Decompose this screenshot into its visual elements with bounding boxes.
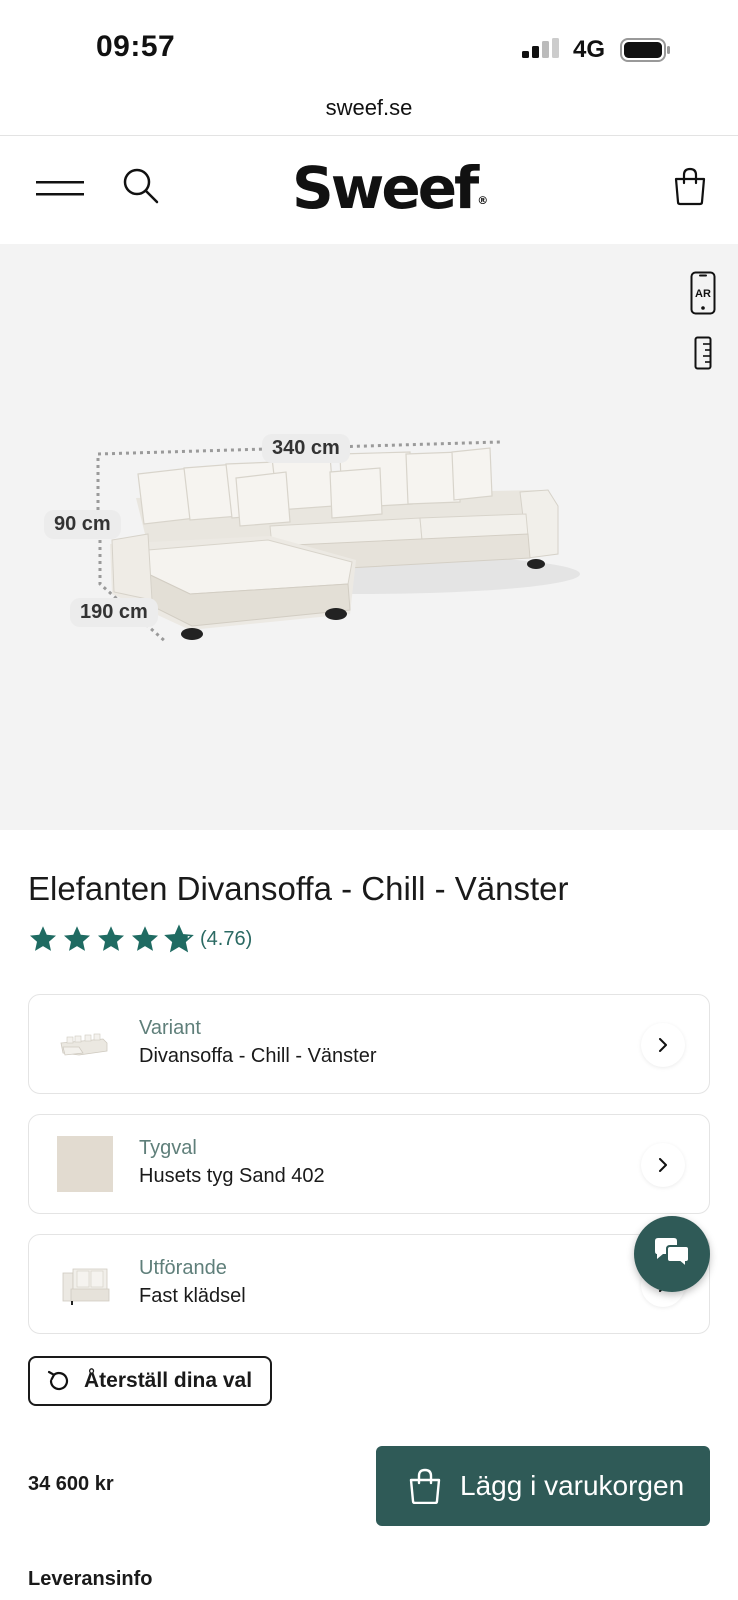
option-fabric[interactable]: Tygval Husets tyg Sand 402 [28,1114,710,1214]
sofa-image [96,440,580,644]
ar-view-icon[interactable]: AR [690,271,716,315]
site-logo[interactable]: Sweef® [292,154,488,224]
star-icon [30,926,56,951]
option-label: Utförande [139,1257,227,1279]
ar-label: AR [695,288,711,300]
chat-bubbles-icon [655,1238,690,1270]
signal-icon [522,38,559,58]
dimension-width: 340 cm [262,434,350,463]
upholstery-thumbnail [62,1268,110,1305]
chat-button[interactable] [634,1216,710,1292]
product-title: Elefanten Divansoffa - Chill - Vänster [28,870,569,907]
logo-text: Sweef [292,154,479,222]
product-image-viewer[interactable]: AR 340 cm 90 cm 190 cm [0,244,738,830]
shopping-bag-icon[interactable] [672,166,708,206]
network-type: 4G [573,36,606,63]
option-label: Variant [139,1017,201,1039]
refresh-icon [47,1370,69,1391]
ruler-icon[interactable] [694,336,712,370]
url-text: sweef.se [325,95,413,120]
shopping-bag-icon [409,1468,441,1504]
dimension-depth: 190 cm [70,598,158,627]
status-bar: 09:57 4G [0,0,738,95]
reset-choices-button[interactable]: Återställ dina val [28,1356,272,1406]
star-partial-icon [164,924,194,953]
battery-icon [620,38,670,62]
option-value: Divansoffa - Chill - Vänster [139,1045,377,1067]
dimension-height: 90 cm [44,510,121,539]
rating-value: (4.76) [200,927,253,950]
reset-button-label: Återställ dina val [84,1369,253,1392]
site-header: Sweef® [0,136,738,244]
add-to-cart-label: Lägg i varukorgen [460,1470,685,1501]
registered-mark: ® [477,194,489,207]
option-variant[interactable]: Variant Divansoffa - Chill - Vänster [28,994,710,1094]
product-rating[interactable]: (4.76) [28,924,252,954]
option-label: Tygval [139,1137,197,1159]
search-icon[interactable] [121,166,161,206]
product-price: 34 600 kr [28,1473,114,1495]
delivery-info-heading[interactable]: Leveransinfo [28,1568,152,1591]
sofa-thumbnail [60,1033,108,1056]
status-time: 09:57 [96,30,176,63]
star-icon [64,926,90,951]
star-icon [132,926,158,951]
option-upholstery[interactable]: Utförande Fast klädsel [28,1234,710,1334]
fabric-swatch [57,1136,113,1192]
chevron-right-icon[interactable] [641,1023,685,1067]
option-value: Husets tyg Sand 402 [139,1165,325,1187]
star-icon [98,926,124,951]
hamburger-menu-icon[interactable] [36,174,88,202]
add-to-cart-button[interactable]: Lägg i varukorgen [376,1446,710,1526]
chevron-right-icon[interactable] [641,1143,685,1187]
option-value: Fast klädsel [139,1285,246,1307]
address-bar[interactable]: sweef.se [0,95,738,137]
